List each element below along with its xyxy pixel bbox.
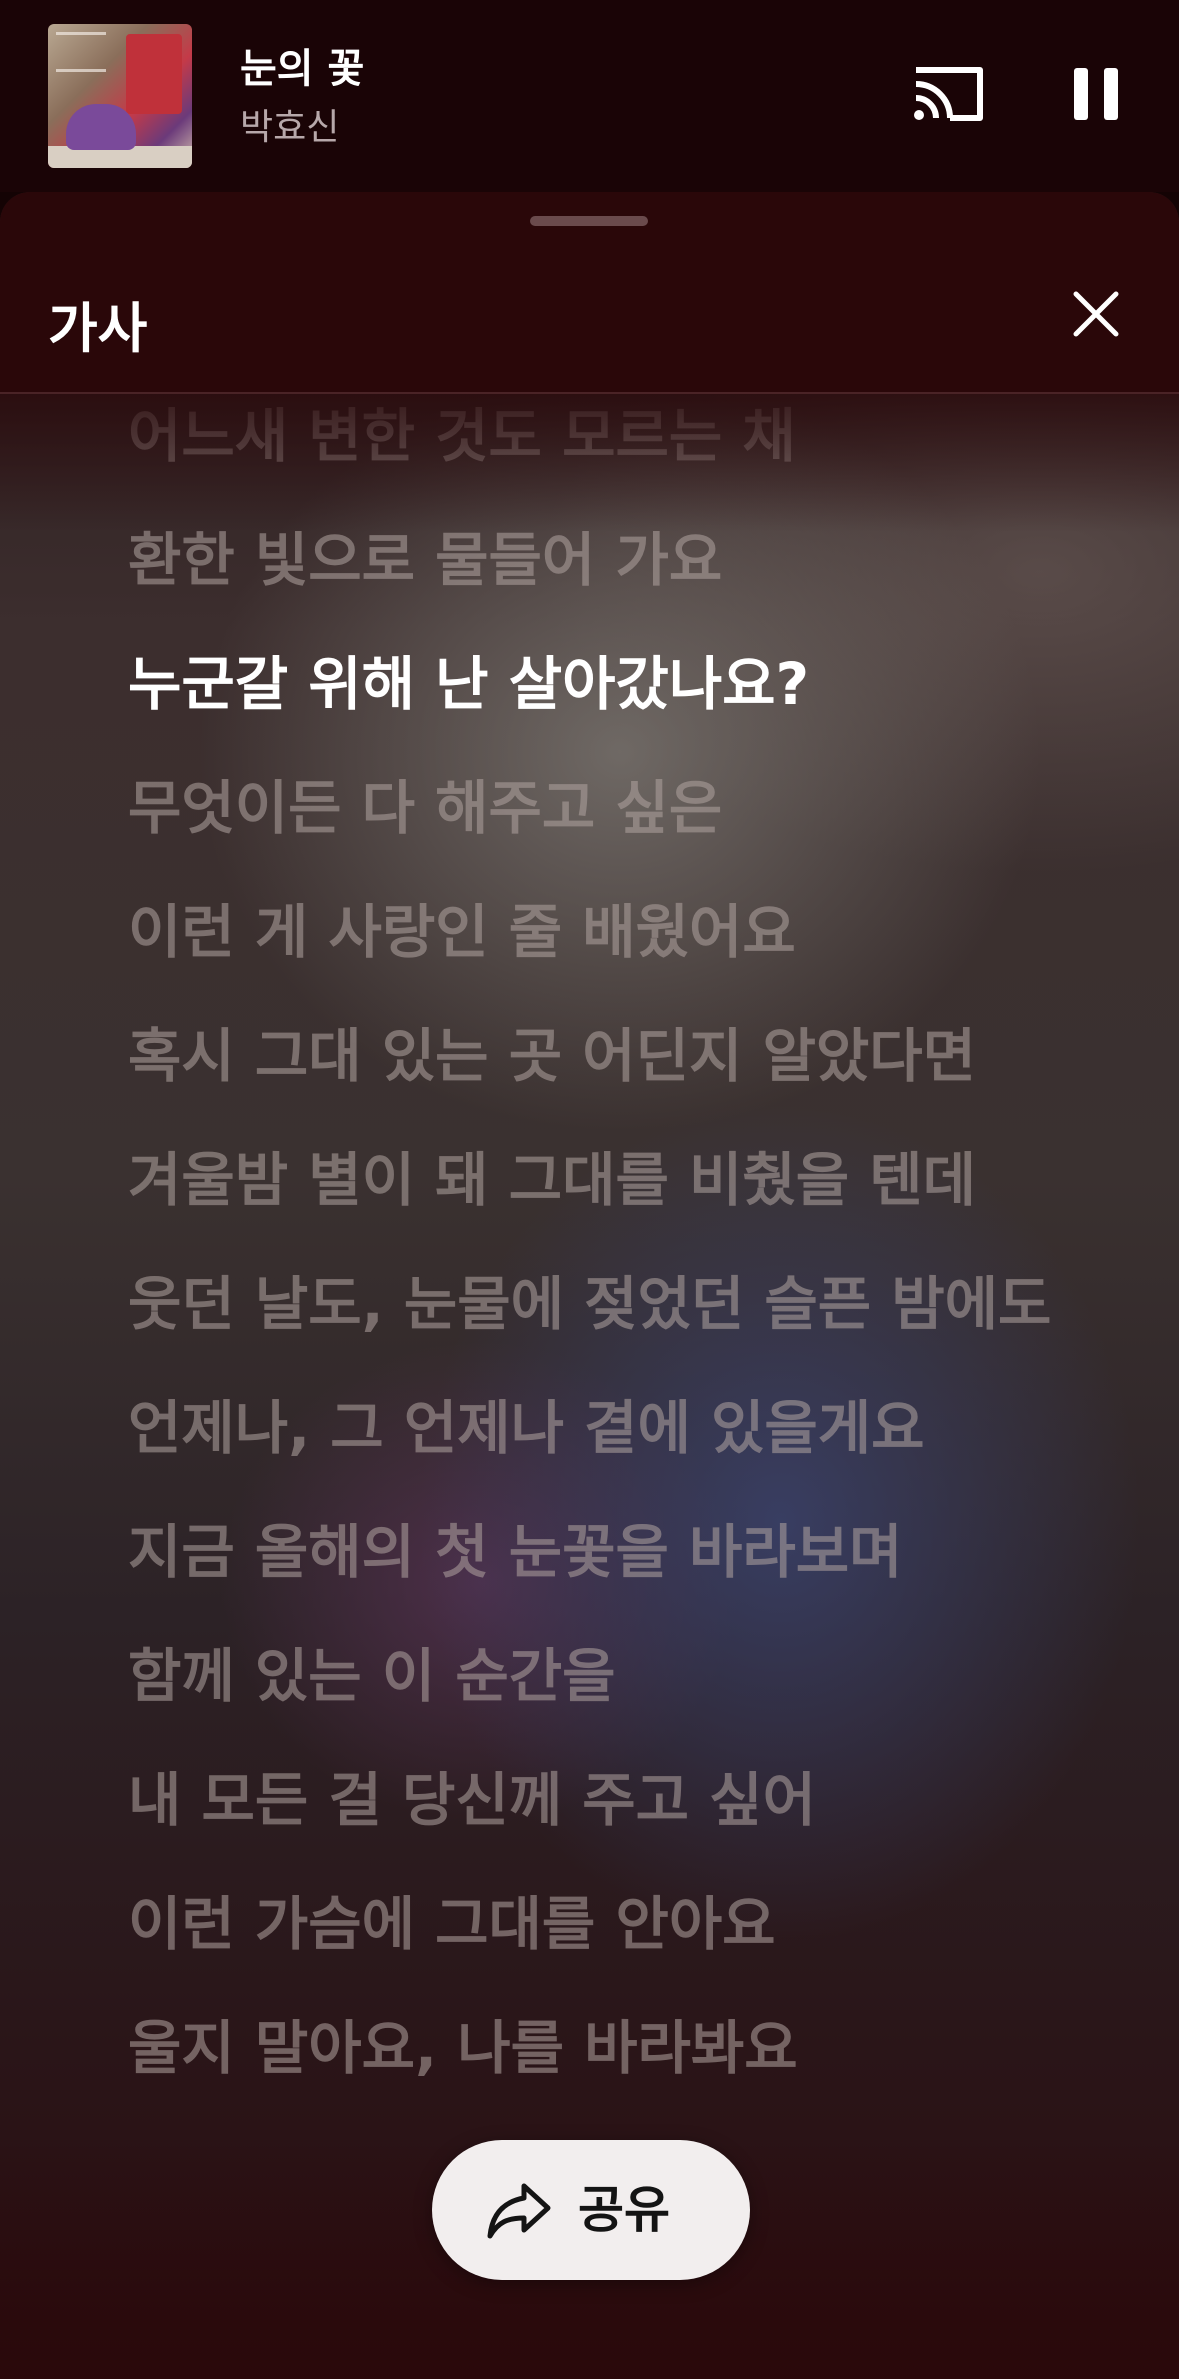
song-title: 눈의 꽃 [240,46,365,92]
share-label: 공유 [578,2181,670,2239]
lyric-line[interactable]: 이런 게 사랑인 줄 배웠어요 [128,898,1058,966]
lyric-line[interactable]: 이런 가슴에 그대를 안아요 [128,1890,1058,1958]
lyric-line[interactable]: 어느새 변한 것도 모르는 채 [128,402,1058,470]
lyric-line[interactable]: 겨울밤 별이 돼 그대를 비췄을 텐데 [128,1146,1058,1214]
lyric-line[interactable]: 내 모든 걸 당신께 주고 싶어 [128,1766,1058,1834]
lyric-line[interactable]: 언제나, 그 언제나 곁에 있을게요 [128,1394,1058,1462]
close-icon [1073,291,1119,337]
cast-button[interactable] [910,62,986,126]
lyric-line[interactable]: 웃던 날도, 눈물에 젖었던 슬픈 밤에도 [128,1270,1058,1338]
now-playing-lyrics-screen: 눈의 꽃 박효신 어느새 변한 것도 모르는 채 환한 빛으로 물들어 가요 누… [0,0,1179,2379]
lyric-line-active[interactable]: 누군갈 위해 난 살아갔나요? [128,650,1058,718]
lyric-line[interactable]: 울지 말아요, 나를 바라봐요 [128,2014,1058,2082]
share-button[interactable]: 공유 [432,2140,750,2280]
lyrics-sheet-title: 가사 [48,297,148,360]
pause-button[interactable] [1064,62,1128,126]
mini-player[interactable]: 눈의 꽃 박효신 [0,0,1179,192]
album-art-title-mark [56,32,106,72]
lyric-line[interactable]: 혹시 그대 있는 곳 어딘지 알았다면 [128,1022,1058,1090]
pause-icon [1074,68,1118,120]
share-icon [487,2183,551,2239]
lyric-line[interactable]: 지금 올해의 첫 눈꽃을 바라보며 [128,1518,1058,1586]
lyrics-sheet-header: 가사 [0,192,1179,394]
lyric-line[interactable]: 함께 있는 이 순간을 [128,1642,1058,1710]
close-button[interactable] [1070,288,1122,340]
song-artist: 박효신 [240,107,340,148]
lyrics-sheet: 어느새 변한 것도 모르는 채 환한 빛으로 물들어 가요 누군갈 위해 난 살… [0,192,1179,2379]
lyric-line[interactable]: 환한 빛으로 물들어 가요 [128,526,1058,594]
lyrics-list[interactable]: 어느새 변한 것도 모르는 채 환한 빛으로 물들어 가요 누군갈 위해 난 살… [128,402,1058,2138]
cast-icon [914,67,983,121]
drag-handle[interactable] [530,216,648,226]
album-art-figure [66,104,136,150]
album-art-red-box [126,34,182,114]
lyric-line[interactable]: 무엇이든 다 해주고 싶은 [128,774,1058,842]
album-art-thumbnail[interactable] [48,24,192,168]
